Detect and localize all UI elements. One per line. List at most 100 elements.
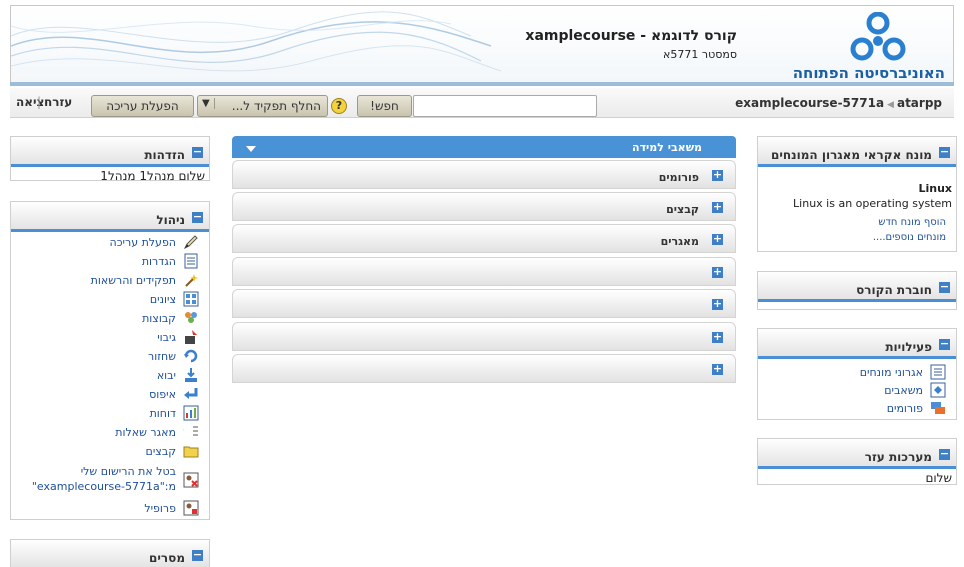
glossary-icon	[930, 364, 946, 380]
collapse-icon[interactable]: −	[192, 146, 203, 158]
activities-block-title: פעילויות	[885, 340, 932, 354]
admin-item-files[interactable]: קבצים	[146, 442, 199, 460]
admin-item-label: קבוצות	[142, 311, 176, 325]
breadcrumb: examplecourse-5771a ◀ atarpp	[735, 96, 942, 110]
admin-item-label: יבוא	[156, 368, 176, 382]
admin-item-label: ציונים	[149, 292, 176, 306]
admin-item-roles[interactable]: תפקידים והרשאות	[91, 271, 199, 289]
activity-glossaries[interactable]: אגרוני מונחים	[860, 363, 946, 381]
help-systems-title: מערכות עזר	[864, 450, 932, 464]
admin-item-label: קבצים	[145, 444, 176, 458]
expand-icon[interactable]: +	[712, 298, 723, 310]
expand-icon[interactable]: +	[712, 363, 723, 375]
glossary-term: Linux	[918, 182, 952, 195]
restore-icon	[184, 349, 198, 363]
messages-block-title: מסרים	[149, 551, 185, 565]
collapse-icon[interactable]: −	[192, 211, 203, 223]
collapse-icon[interactable]: −	[939, 281, 950, 293]
add-term-link[interactable]: הוסף מונח חדש	[878, 217, 946, 228]
admin-item-settings[interactable]: הגדרות	[142, 252, 199, 270]
admin-item-import[interactable]: יבוא	[157, 366, 199, 384]
search-button[interactable]: חפש!	[357, 95, 412, 117]
expand-icon[interactable]: +	[712, 201, 723, 213]
admin-item-restore[interactable]: שחזור	[148, 347, 199, 365]
learning-resources-section[interactable]: משאבי למידה	[232, 136, 736, 158]
reports-icon	[183, 405, 199, 421]
section-label: קבצים	[666, 203, 699, 216]
collapse-icon[interactable]: −	[939, 146, 950, 158]
expand-icon[interactable]: +	[712, 331, 723, 343]
admin-item-reset[interactable]: איפוס	[149, 385, 199, 403]
folder-icon	[183, 446, 199, 458]
help-systems-block: − מערכות עזר שלום	[757, 438, 957, 485]
logout-link[interactable]: יציאה	[16, 95, 48, 109]
admin-block-title: ניהול	[156, 213, 185, 227]
admin-item-groups[interactable]: קבוצות	[142, 309, 199, 327]
login-block-title: הזדהות	[144, 148, 185, 162]
collapse-icon[interactable]: −	[192, 549, 203, 561]
import-icon	[185, 368, 197, 382]
messages-block: − מסרים	[10, 539, 210, 567]
grades-icon	[183, 291, 199, 307]
activity-label: אגרוני מונחים	[859, 365, 923, 379]
expand-triangle-icon[interactable]	[246, 146, 256, 152]
page-header: האוניברסיטה הפתוחה קורס לדוגמא - xamplec…	[10, 5, 954, 83]
activity-forums[interactable]: פורומים	[887, 399, 946, 417]
greeting-text: שלום מנהל1 מנהל1	[100, 169, 205, 183]
breadcrumb-separator-icon: ◀	[887, 100, 894, 110]
switch-role-label: החלף תפקיד ל...	[231, 99, 321, 113]
messages-block-header: − מסרים	[11, 540, 209, 567]
university-logo-icon	[850, 12, 906, 61]
groups-icon	[185, 312, 197, 323]
help-systems-header: − מערכות עזר	[758, 439, 956, 469]
admin-item-label: תפקידים והרשאות	[90, 273, 176, 287]
admin-block-header: − ניהול	[11, 202, 209, 232]
course-title: קורס לדוגמא - xamplecourse	[525, 28, 737, 44]
section-forums[interactable]: פורומים +	[232, 160, 736, 189]
expand-icon[interactable]: +	[712, 266, 723, 278]
activity-label: פורומים	[886, 401, 923, 415]
admin-item-questions[interactable]: ? מאגר שאלות	[115, 423, 199, 441]
switch-role-select[interactable]: החלף תפקיד ל... ▼	[197, 95, 328, 117]
collapse-icon[interactable]: −	[939, 338, 950, 350]
admin-item-label: גיבוי	[157, 330, 176, 344]
section-label: פורומים	[658, 171, 699, 184]
activities-block: − פעילויות אגרוני מונחים משאבים פורומים	[757, 328, 957, 420]
admin-block: − ניהול הפעלת עריכה הגדרות תפקידים והרשא…	[10, 201, 210, 520]
header-underline	[10, 82, 954, 86]
search-input[interactable]	[413, 95, 597, 117]
profile-icon	[183, 500, 199, 516]
admin-item-profile[interactable]: פרופיל	[144, 499, 199, 517]
admin-item-unenrol[interactable]: בטל את הרישום שלי מ:"examplecourse-5771a…	[16, 464, 199, 498]
section-empty[interactable]: +	[232, 322, 736, 351]
university-name: האוניברסיטה הפתוחה	[792, 64, 945, 82]
breadcrumb-root[interactable]: atarpp	[897, 96, 942, 110]
help-link[interactable]: עזרה	[44, 95, 72, 109]
admin-item-grades[interactable]: ציונים	[150, 290, 199, 308]
admin-item-backup[interactable]: גיבוי	[157, 328, 199, 346]
breadcrumb-course[interactable]: examplecourse-5771a	[735, 96, 884, 110]
admin-item-reports[interactable]: דוחות	[150, 404, 199, 422]
admin-item-label: שחזור	[148, 349, 176, 363]
course-semester: סמסטר 5771א	[663, 48, 737, 61]
more-terms-link[interactable]: מונחים נוספים....	[873, 232, 946, 243]
toggle-editing-button[interactable]: הפעלת עריכה	[91, 95, 194, 117]
section-repositories[interactable]: מאגרים +	[232, 224, 736, 253]
admin-item-label: דוחות	[149, 406, 176, 420]
section-empty[interactable]: +	[232, 289, 736, 318]
login-block-header: − הזדהות	[11, 137, 209, 167]
roles-icon	[185, 274, 198, 287]
section-files[interactable]: קבצים +	[232, 192, 736, 221]
dropdown-arrow-icon: ▼	[202, 98, 215, 109]
settings-icon	[184, 253, 198, 269]
activity-resources[interactable]: משאבים	[884, 381, 946, 399]
expand-icon[interactable]: +	[712, 233, 723, 245]
admin-item-label: הפעלת עריכה	[109, 235, 176, 249]
collapse-icon[interactable]: −	[939, 448, 950, 460]
expand-icon[interactable]: +	[712, 169, 723, 181]
section-empty[interactable]: +	[232, 354, 736, 383]
admin-item-edit[interactable]: הפעלת עריכה	[110, 233, 199, 251]
section-empty[interactable]: +	[232, 257, 736, 286]
help-icon[interactable]: ?	[331, 98, 347, 114]
login-block: − הזדהות שלום מנהל1 מנהל1	[10, 136, 210, 183]
